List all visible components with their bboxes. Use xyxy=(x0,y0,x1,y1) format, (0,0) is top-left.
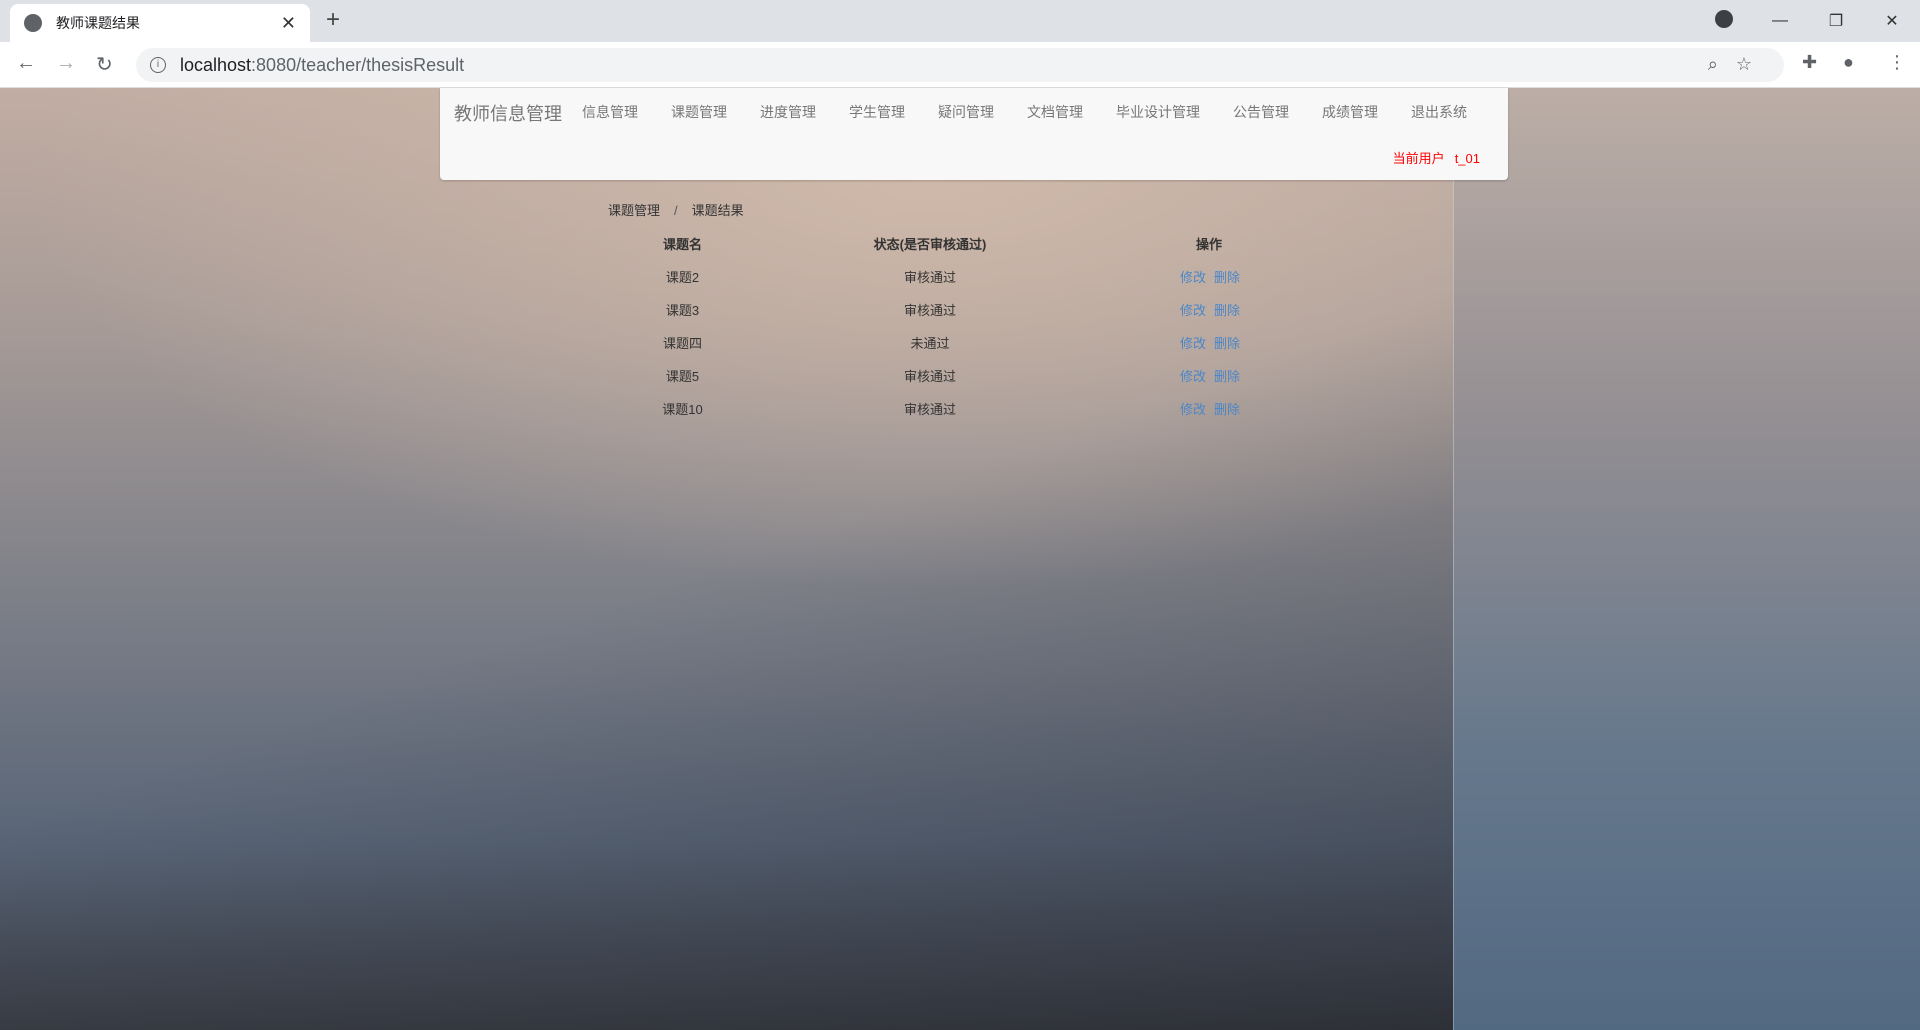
edit-link[interactable]: 修改 xyxy=(1180,402,1206,417)
top-navbar: 教师信息管理 信息管理 课题管理 进度管理 学生管理 疑问管理 文档管理 毕业设… xyxy=(440,88,1508,180)
close-window-button[interactable]: ✕ xyxy=(1864,11,1920,31)
user-label: 当前用户 xyxy=(1392,151,1445,166)
nav-item-grades[interactable]: 成绩管理 xyxy=(1322,102,1378,122)
thesis-status: 审核通过 xyxy=(903,303,956,318)
thesis-status: 审核通过 xyxy=(903,402,956,417)
delete-link[interactable]: 删除 xyxy=(1214,402,1240,417)
thesis-status: 审核通过 xyxy=(903,369,956,384)
close-tab-icon[interactable]: ✕ xyxy=(281,13,296,34)
header-status: 状态(是否审核通过) xyxy=(873,236,987,252)
thesis-status: 未通过 xyxy=(910,336,950,351)
thesis-name: 课题10 xyxy=(662,402,703,417)
thesis-result-table: 课题名 状态(是否审核通过) 操作 课题2 审核通过 修改 删除 课题3 审核通过 … xyxy=(560,226,1340,425)
nav-item-students[interactable]: 学生管理 xyxy=(849,102,905,122)
tab-search-icon[interactable] xyxy=(1696,9,1752,33)
user-name: t_01 xyxy=(1454,151,1480,166)
breadcrumb-current: 课题结果 xyxy=(691,203,744,218)
page-content: 教师信息管理 信息管理 课题管理 进度管理 学生管理 疑问管理 文档管理 毕业设… xyxy=(0,88,1920,1030)
menu-kebab-icon[interactable]: ⋮ xyxy=(1888,52,1906,73)
table-row: 课题四 未通过 修改 删除 xyxy=(560,326,1340,359)
row-actions: 修改 删除 xyxy=(1055,260,1340,293)
minimize-button[interactable]: — xyxy=(1752,12,1808,30)
row-actions: 修改 删除 xyxy=(1055,359,1340,392)
restore-button[interactable]: ❐ xyxy=(1808,11,1864,31)
nav-item-notices[interactable]: 公告管理 xyxy=(1233,102,1289,122)
delete-link[interactable]: 删除 xyxy=(1214,270,1240,285)
nav-item-thesis[interactable]: 课题管理 xyxy=(671,102,727,122)
thesis-status: 审核通过 xyxy=(903,270,956,285)
new-tab-button[interactable]: + xyxy=(326,6,340,34)
delete-link[interactable]: 删除 xyxy=(1214,336,1240,351)
nav-item-questions[interactable]: 疑问管理 xyxy=(938,102,994,122)
extensions-icon[interactable]: ✚ xyxy=(1802,52,1817,73)
delete-link[interactable]: 删除 xyxy=(1214,303,1240,318)
table-row: 课题2 审核通过 修改 删除 xyxy=(560,260,1340,293)
current-user: 当前用户 t_01 xyxy=(1393,148,1480,167)
nav-item-info[interactable]: 信息管理 xyxy=(582,102,638,122)
browser-tab[interactable]: 教师课题结果 ✕ xyxy=(10,4,310,42)
row-actions: 修改 删除 xyxy=(1055,293,1340,326)
info-icon[interactable]: i xyxy=(150,57,166,73)
edit-link[interactable]: 修改 xyxy=(1180,369,1206,384)
bookmark-star-icon[interactable]: ☆ xyxy=(1736,54,1770,74)
brand[interactable]: 教师信息管理 xyxy=(454,100,562,126)
breadcrumb-parent[interactable]: 课题管理 xyxy=(608,203,660,218)
url-host: localhost xyxy=(180,54,252,75)
nav-item-logout[interactable]: 退出系统 xyxy=(1411,102,1467,122)
tab-title: 教师课题结果 xyxy=(56,15,140,31)
forward-icon[interactable]: → xyxy=(56,52,76,75)
thesis-name: 课题四 xyxy=(662,336,702,351)
back-icon[interactable]: ← xyxy=(16,52,36,75)
profile-avatar-icon[interactable]: ● xyxy=(1843,52,1854,73)
nav-item-documents[interactable]: 文档管理 xyxy=(1027,102,1083,122)
table-row: 课题10 审核通过 修改 删除 xyxy=(560,392,1340,425)
right-pane xyxy=(1453,88,1920,1030)
row-actions: 修改 删除 xyxy=(1055,392,1340,425)
zoom-icon[interactable]: ⌕ xyxy=(1708,54,1736,74)
thesis-name: 课题2 xyxy=(665,270,700,285)
nav-item-progress[interactable]: 进度管理 xyxy=(760,102,816,122)
edit-link[interactable]: 修改 xyxy=(1180,270,1206,285)
edit-link[interactable]: 修改 xyxy=(1180,336,1206,351)
address-bar: ← → ↻ i localhost:8080/teacher/thesisRes… xyxy=(0,42,1920,88)
row-actions: 修改 删除 xyxy=(1055,326,1340,359)
tab-strip: 教师课题结果 ✕ + — ❐ ✕ xyxy=(0,0,1920,42)
thesis-name: 课题3 xyxy=(665,303,700,318)
edit-link[interactable]: 修改 xyxy=(1180,303,1206,318)
nav-menu: 信息管理 课题管理 进度管理 学生管理 疑问管理 文档管理 毕业设计管理 公告管… xyxy=(582,102,1500,122)
breadcrumb: 课题管理 / 课题结果 xyxy=(608,200,744,219)
delete-link[interactable]: 删除 xyxy=(1214,369,1240,384)
url-path: :8080/teacher/thesisResult xyxy=(251,54,465,75)
url-input[interactable]: i localhost:8080/teacher/thesisResult ⌕☆ xyxy=(136,48,1784,82)
nav-item-graduation[interactable]: 毕业设计管理 xyxy=(1116,102,1200,122)
header-actions: 操作 xyxy=(1195,236,1222,252)
table-row: 课题3 审核通过 修改 删除 xyxy=(560,293,1340,326)
header-name: 课题名 xyxy=(662,236,702,252)
breadcrumb-separator: / xyxy=(674,203,678,218)
reload-icon[interactable]: ↻ xyxy=(96,52,113,77)
table-row: 课题5 审核通过 修改 删除 xyxy=(560,359,1340,392)
thesis-name: 课题5 xyxy=(665,369,700,384)
globe-icon xyxy=(24,14,42,32)
